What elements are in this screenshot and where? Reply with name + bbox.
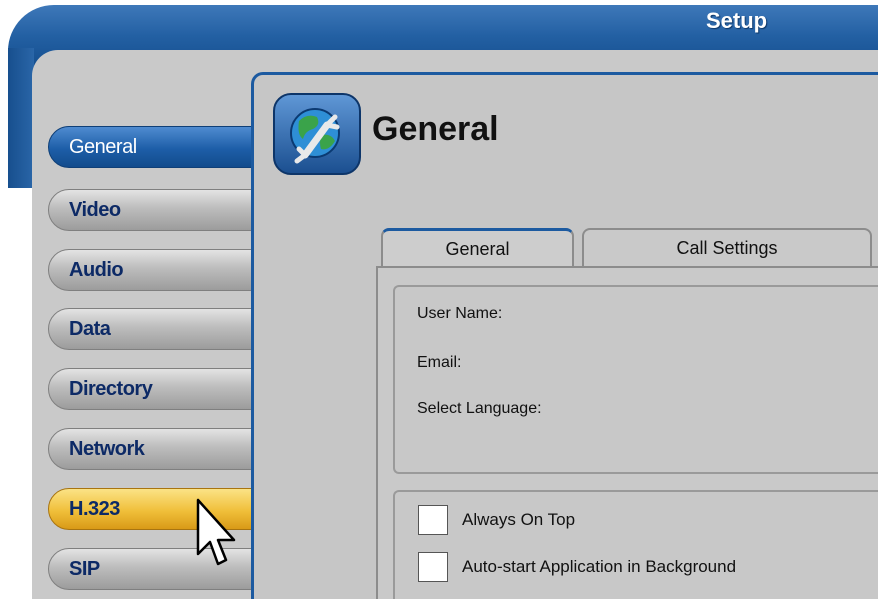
sidebar-item-label: H.323: [69, 498, 120, 520]
globe-wrench-icon: [273, 93, 361, 175]
auto-start-checkbox[interactable]: [418, 552, 448, 582]
sidebar-item-data[interactable]: Data: [48, 308, 278, 350]
sidebar-item-label: Data: [69, 318, 111, 340]
sidebar-item-directory[interactable]: Directory: [48, 368, 278, 410]
tab-label: Call Settings: [676, 238, 778, 258]
always-on-top-label: Always On Top: [462, 510, 576, 529]
title-bar-rail: [8, 48, 34, 188]
sidebar-item-label: Directory: [69, 378, 153, 400]
sidebar-item-h323[interactable]: H.323: [48, 488, 278, 530]
auto-start-label: Auto-start Application in Background: [462, 557, 737, 576]
window-edge: [0, 180, 8, 599]
sidebar-item-label: Network: [69, 438, 145, 460]
tab-general[interactable]: General: [381, 228, 574, 268]
select-language-label: Select Language:: [417, 400, 542, 417]
sidebar-item-label: SIP: [69, 558, 100, 580]
sidebar-item-sip[interactable]: SIP: [48, 548, 278, 590]
sidebar-item-video[interactable]: Video: [48, 189, 278, 231]
tab-label: General: [445, 239, 510, 259]
mouse-cursor-icon: [196, 498, 236, 573]
always-on-top-checkbox[interactable]: [418, 505, 448, 535]
window-title: Setup: [706, 8, 768, 33]
sidebar-item-label: Video: [69, 199, 121, 221]
options-group: [393, 490, 878, 599]
sidebar-item-label: General: [69, 136, 137, 158]
sidebar-item-general[interactable]: General: [48, 126, 278, 168]
user-name-label: User Name:: [417, 305, 503, 322]
sidebar-item-label: Audio: [69, 259, 124, 281]
email-label: Email:: [417, 354, 462, 371]
page-title: General: [372, 110, 499, 148]
tab-call-settings[interactable]: Call Settings: [582, 228, 872, 268]
setup-window: Setup General Video Audio Data Directory…: [0, 0, 878, 599]
sidebar-item-audio[interactable]: Audio: [48, 249, 278, 291]
sidebar-item-network[interactable]: Network: [48, 428, 278, 470]
